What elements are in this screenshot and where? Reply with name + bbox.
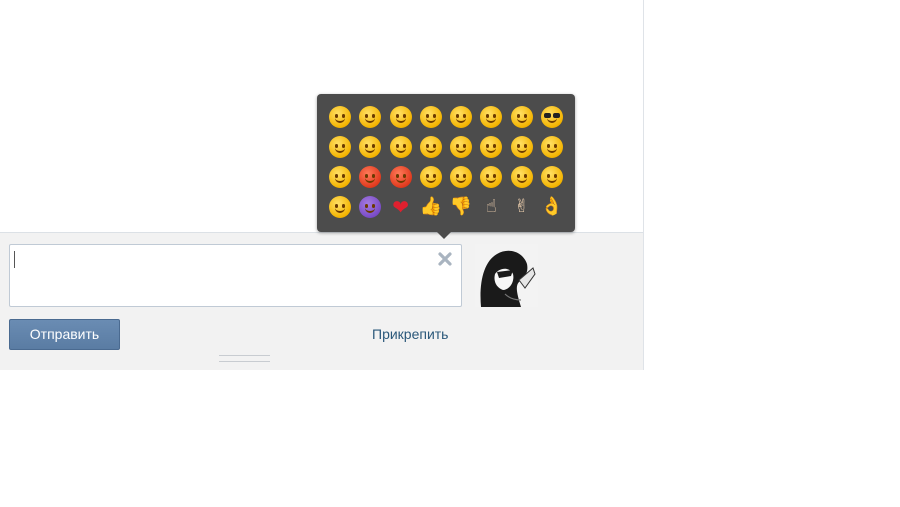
weary-face-emoji[interactable]	[476, 132, 506, 162]
thumbs-down-icon: 👎	[449, 196, 473, 217]
angry-face-icon	[359, 166, 382, 188]
thumbs-up-icon: 👍	[419, 196, 443, 217]
close-icon[interactable]	[437, 251, 453, 267]
pensive-face-icon	[389, 136, 412, 158]
face-with-tongue-icon	[450, 106, 473, 128]
kissing-face-icon	[329, 196, 352, 218]
heart-eyes-face-emoji[interactable]	[507, 102, 537, 132]
neutral-face-icon	[540, 136, 563, 158]
yum-face-icon	[480, 106, 503, 128]
crying-face-icon	[419, 136, 442, 158]
sobbing-face-icon	[450, 136, 473, 158]
cold-sweat-face-emoji[interactable]	[446, 162, 476, 192]
resize-handle[interactable]	[219, 355, 270, 362]
laughing-face-icon	[419, 106, 442, 128]
victory-hand-icon: ✌	[514, 196, 530, 217]
heart-eyes-face-icon	[510, 106, 533, 128]
fearful-face-icon	[510, 136, 533, 158]
winking-face-icon	[389, 106, 412, 128]
thumbs-down-emoji[interactable]: 👎	[446, 192, 476, 222]
thumbs-up-emoji[interactable]: 👍	[416, 192, 446, 222]
emoji-grid: ❤ 👍 👎 ☝ ✌ 👌	[325, 102, 567, 222]
emoji-picker-popup: ❤ 👍 👎 ☝ ✌ 👌	[317, 94, 575, 239]
laughing-face-emoji[interactable]	[416, 102, 446, 132]
sunglasses-face-icon	[540, 106, 563, 128]
sunglasses-face-emoji[interactable]	[537, 102, 567, 132]
red-heart-emoji[interactable]: ❤	[386, 192, 416, 222]
text-caret	[14, 251, 15, 268]
sobbing-face-emoji[interactable]	[446, 132, 476, 162]
astonished-face-emoji[interactable]	[507, 162, 537, 192]
attach-link[interactable]: Прикрепить	[372, 326, 448, 342]
innocent-face-icon	[419, 166, 442, 188]
avatar[interactable]	[475, 244, 538, 307]
flushed-face-icon	[480, 166, 503, 188]
smirking-face-icon	[359, 136, 382, 158]
imp-face-icon	[359, 196, 382, 218]
winking-face-emoji[interactable]	[386, 102, 416, 132]
yum-face-emoji[interactable]	[476, 102, 506, 132]
unamused-face-emoji[interactable]	[325, 132, 355, 162]
grinning-face-icon	[359, 106, 382, 128]
flushed-face-emoji[interactable]	[476, 162, 506, 192]
grinning-face-emoji[interactable]	[355, 102, 385, 132]
relieved-face-icon	[329, 166, 352, 188]
pouting-face-icon	[389, 166, 412, 188]
crying-face-emoji[interactable]	[416, 132, 446, 162]
pensive-face-emoji[interactable]	[386, 132, 416, 162]
victory-hand-emoji[interactable]: ✌	[507, 192, 537, 222]
angry-face-emoji[interactable]	[355, 162, 385, 192]
mask-face-emoji[interactable]	[537, 162, 567, 192]
message-input[interactable]	[9, 244, 462, 307]
smiling-face-emoji[interactable]	[325, 102, 355, 132]
face-with-tongue-emoji[interactable]	[446, 102, 476, 132]
unamused-face-icon	[329, 136, 352, 158]
ok-hand-emoji[interactable]: 👌	[537, 192, 567, 222]
innocent-face-emoji[interactable]	[416, 162, 446, 192]
ok-hand-icon: 👌	[540, 196, 564, 217]
kissing-face-emoji[interactable]	[325, 192, 355, 222]
index-pointing-up-icon: ☝	[485, 196, 497, 217]
send-button[interactable]: Отправить	[9, 319, 120, 350]
relieved-face-emoji[interactable]	[325, 162, 355, 192]
fearful-face-emoji[interactable]	[507, 132, 537, 162]
heart-icon: ❤	[392, 195, 409, 219]
index-pointing-up-emoji[interactable]: ☝	[476, 192, 506, 222]
astonished-face-icon	[510, 166, 533, 188]
message-compose-area: Отправить Прикрепить	[0, 232, 643, 370]
neutral-face-emoji[interactable]	[537, 132, 567, 162]
cold-sweat-face-icon	[450, 166, 473, 188]
pouting-face-emoji[interactable]	[386, 162, 416, 192]
smirking-face-emoji[interactable]	[355, 132, 385, 162]
imp-face-emoji[interactable]	[355, 192, 385, 222]
smiling-face-icon	[329, 106, 352, 128]
weary-face-icon	[480, 136, 503, 158]
mask-face-icon	[540, 166, 563, 188]
